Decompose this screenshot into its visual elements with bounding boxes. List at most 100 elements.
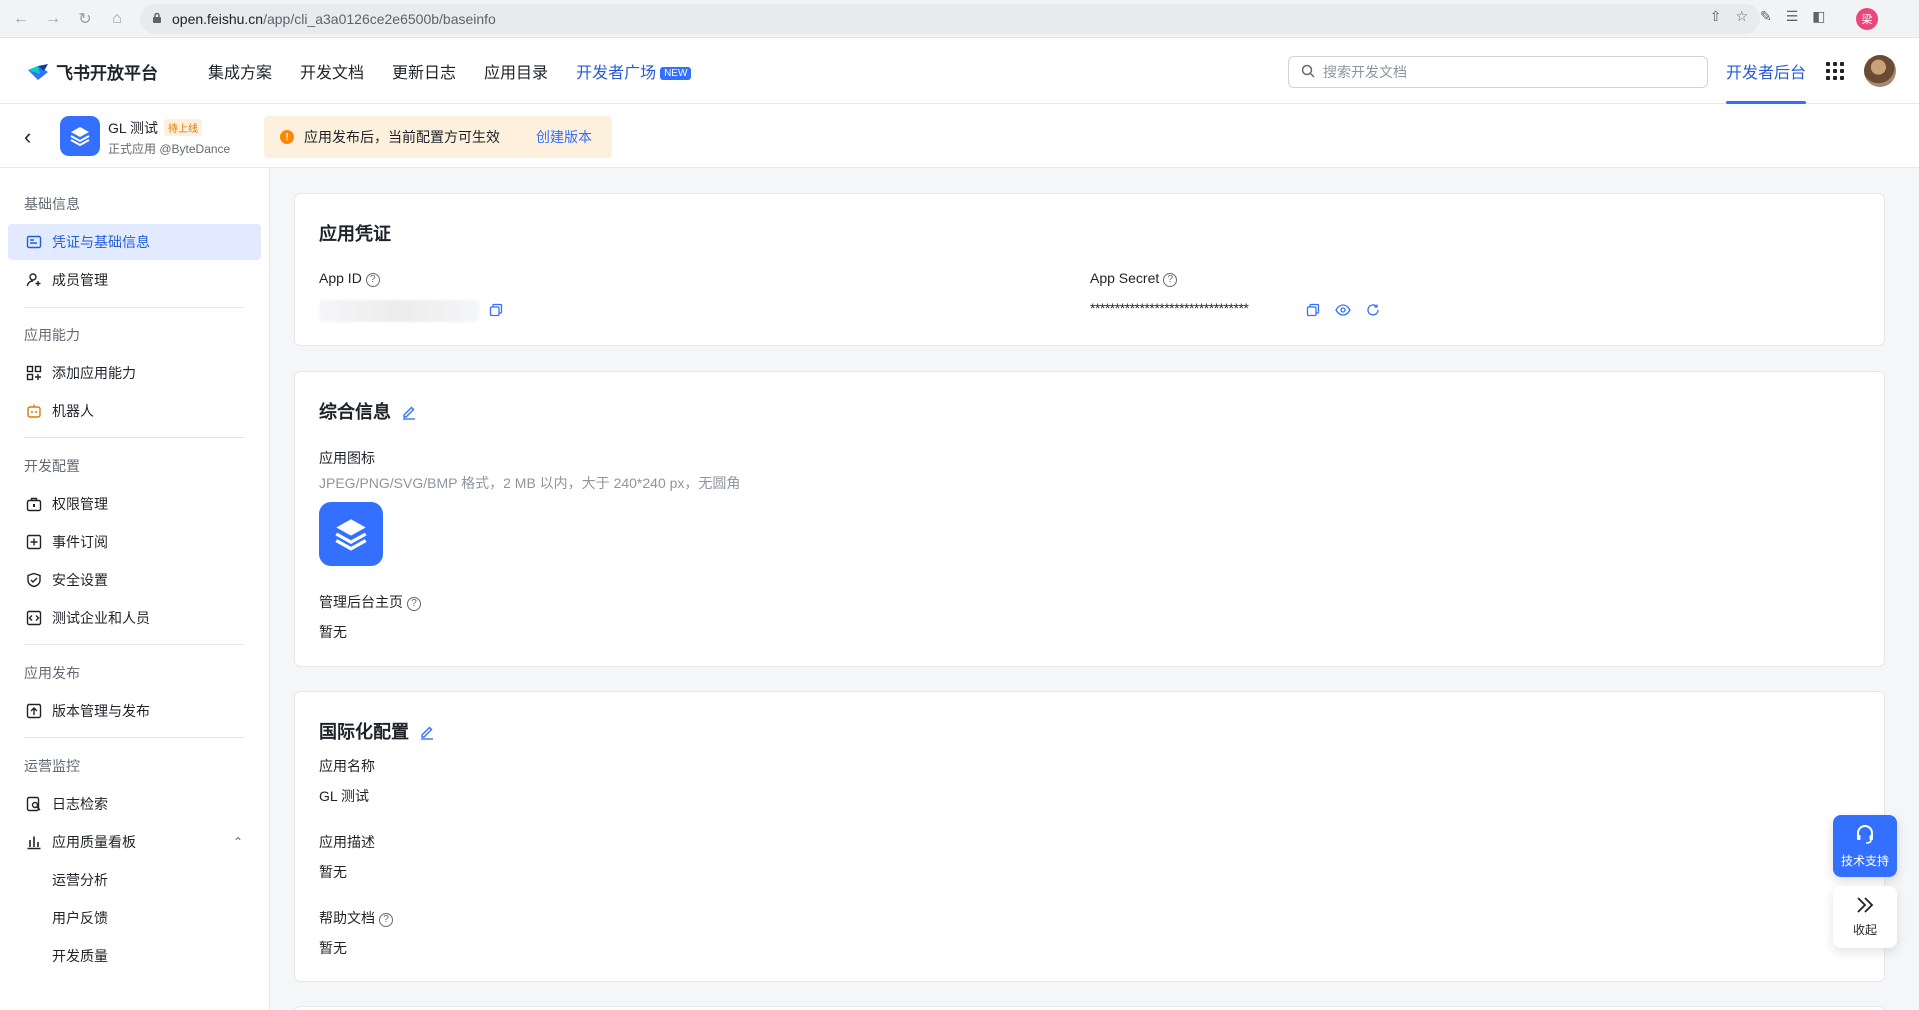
sidebar-group-monitoring: 运营监控 — [24, 758, 80, 774]
url-text: open.feishu.cn/app/cli_a3a0126ce2e6500b/… — [172, 11, 496, 27]
collapse-button[interactable]: 收起 — [1833, 886, 1897, 948]
app-name-value: GL 测试 — [319, 788, 370, 804]
sidebar-item-version-release[interactable]: 版本管理与发布 — [8, 693, 261, 729]
browser-toolbar: ← → ↻ ⌂ open.feishu.cn/app/cli_a3a0126ce… — [0, 0, 1919, 38]
app-header: ‹ GL 测试 待上线 正式应用 @ByteDance ! 应用发布后，当前配置方… — [0, 104, 1919, 168]
robot-icon — [26, 403, 42, 419]
search-box[interactable] — [1288, 56, 1708, 88]
sidebar-item-label: 机器人 — [52, 403, 94, 419]
reload-icon[interactable]: ↻ — [74, 8, 96, 30]
sidebar-item-security[interactable]: 安全设置 — [8, 562, 261, 598]
credentials-card: 应用凭证 App ID? App Secret? ***************… — [294, 193, 1885, 346]
address-bar[interactable]: open.feishu.cn/app/cli_a3a0126ce2e6500b/… — [140, 4, 1760, 34]
sidebar-item-label: 应用质量看板 — [52, 834, 136, 850]
copy-icon[interactable] — [1304, 301, 1322, 319]
app-icon-preview[interactable] — [319, 502, 383, 566]
help-icon[interactable]: ? — [365, 273, 380, 287]
sidebar-subitem-user-feedback[interactable]: 用户反馈 — [8, 900, 261, 936]
sidebar-item-label: 添加应用能力 — [52, 365, 136, 381]
sidebar-subitem-ops-analysis[interactable]: 运营分析 — [8, 862, 261, 898]
eye-icon[interactable] — [1334, 301, 1352, 319]
nav-link-changelog[interactable]: 更新日志 — [392, 59, 456, 83]
sidebar-item-test-tenant[interactable]: 测试企业和人员 — [8, 600, 261, 636]
refresh-icon[interactable] — [1364, 301, 1382, 319]
bookmark-star-icon[interactable]: ☆ — [1735, 8, 1748, 25]
app-secret-value: ******************************** — [1090, 300, 1249, 316]
sidebar-item-quality-board[interactable]: 应用质量看板 ⌃ — [8, 824, 261, 860]
event-plus-icon — [26, 534, 42, 550]
help-icon[interactable]: ? — [407, 597, 421, 611]
sidebar-item-label: 权限管理 — [52, 496, 108, 512]
code-box-icon — [26, 610, 42, 626]
general-info-card: 综合信息 应用图标 JPEG/PNG/SVG/BMP 格式，2 MB 以内，大于… — [294, 371, 1885, 667]
chevron-up-icon[interactable]: ⌃ — [233, 835, 243, 849]
reading-list-icon[interactable]: ☰ — [1786, 8, 1799, 25]
sidebar-item-log-search[interactable]: 日志检索 — [8, 786, 261, 822]
edit-pencil-icon[interactable] — [419, 724, 435, 745]
help-doc-label: 帮助文档? — [319, 908, 393, 928]
brand-name: 飞书开放平台 — [56, 64, 158, 83]
notice-text: 应用发布后，当前配置方可生效 — [304, 129, 500, 145]
url-host: open.feishu.cn — [172, 11, 264, 27]
back-arrow-icon[interactable]: ← — [10, 8, 32, 30]
app-icon — [60, 116, 100, 156]
sidebar-item-label: 日志检索 — [52, 796, 108, 812]
side-panel-icon[interactable]: ◧ — [1812, 8, 1825, 25]
upload-box-icon — [26, 703, 42, 719]
app-id-label-text: App ID — [319, 270, 362, 286]
shield-check-icon — [26, 572, 42, 588]
user-add-icon — [26, 272, 42, 288]
sidebar-group-capability: 应用能力 — [24, 327, 80, 343]
search-input[interactable] — [1323, 64, 1683, 80]
sidebar-subitem-dev-quality[interactable]: 开发质量 — [8, 938, 261, 974]
apps-add-icon — [26, 365, 42, 381]
nav-link-docs[interactable]: 开发文档 — [300, 59, 364, 83]
help-icon[interactable]: ? — [1163, 273, 1178, 287]
layers-icon — [70, 127, 90, 147]
back-chevron-icon[interactable]: ‹ — [24, 124, 31, 150]
i18n-config-card: 国际化配置 应用名称 GL 测试 应用描述 暂无 帮助文档? 暂无 — [294, 691, 1885, 982]
sidebar-item-events[interactable]: 事件订阅 — [8, 524, 261, 560]
create-version-link[interactable]: 创建版本 — [536, 127, 592, 147]
sidebar-item-permissions[interactable]: 权限管理 — [8, 486, 261, 522]
app-desc-label: 应用描述 — [319, 834, 375, 850]
browser-profile-avatar[interactable]: 梁 — [1856, 8, 1878, 30]
app-id-value-redacted — [319, 300, 479, 322]
sidebar-item-label: 成员管理 — [52, 272, 108, 288]
edit-pencil-icon[interactable] — [401, 404, 417, 425]
brand[interactable]: 飞书开放平台 — [26, 59, 158, 84]
tech-support-label: 技术支持 — [1840, 854, 1889, 868]
publish-notice: ! 应用发布后，当前配置方可生效 创建版本 — [264, 116, 612, 158]
sidebar-item-bot[interactable]: 机器人 — [8, 393, 261, 429]
sidebar-divider — [24, 644, 245, 645]
tech-support-button[interactable]: 技术支持 — [1833, 815, 1897, 877]
copy-icon[interactable] — [487, 301, 505, 319]
sidebar-item-label: 测试企业和人员 — [52, 610, 150, 626]
nav-link-app-directory[interactable]: 应用目录 — [484, 59, 548, 83]
sidebar-item-credentials[interactable]: 凭证与基础信息 — [8, 224, 261, 260]
sidebar-item-add-capability[interactable]: 添加应用能力 — [8, 355, 261, 391]
nav-link-developer-square[interactable]: 开发者广场 NEW — [576, 59, 692, 83]
user-avatar[interactable] — [1864, 55, 1896, 87]
help-icon[interactable]: ? — [379, 913, 393, 927]
sidebar-item-members[interactable]: 成员管理 — [8, 262, 261, 298]
sidebar-divider — [24, 307, 245, 308]
apps-grid-icon[interactable] — [1826, 62, 1844, 80]
general-info-title: 综合信息 — [319, 398, 417, 425]
share-icon[interactable]: ⇧ — [1710, 8, 1722, 25]
url-path: /app/cli_a3a0126ce2e6500b/baseinfo — [263, 11, 496, 27]
bar-chart-icon — [26, 834, 42, 850]
nav-link-solutions[interactable]: 集成方案 — [208, 59, 272, 83]
help-doc-value: 暂无 — [319, 940, 347, 956]
credentials-title: 应用凭证 — [319, 224, 391, 244]
new-badge: NEW — [660, 67, 692, 80]
headset-icon — [1854, 823, 1876, 848]
home-icon[interactable]: ⌂ — [106, 8, 128, 30]
main-nav: 集成方案 开发文档 更新日志 应用目录 开发者广场 NEW — [208, 59, 692, 83]
extensions-icon[interactable]: ✎ — [1760, 8, 1772, 25]
app-subtitle: 正式应用 @ByteDance — [108, 142, 231, 156]
developer-console-link[interactable]: 开发者后台 — [1726, 59, 1806, 83]
general-info-title-text: 综合信息 — [319, 402, 391, 422]
forward-arrow-icon[interactable]: → — [42, 8, 64, 30]
sidebar-item-label: 事件订阅 — [52, 534, 108, 550]
